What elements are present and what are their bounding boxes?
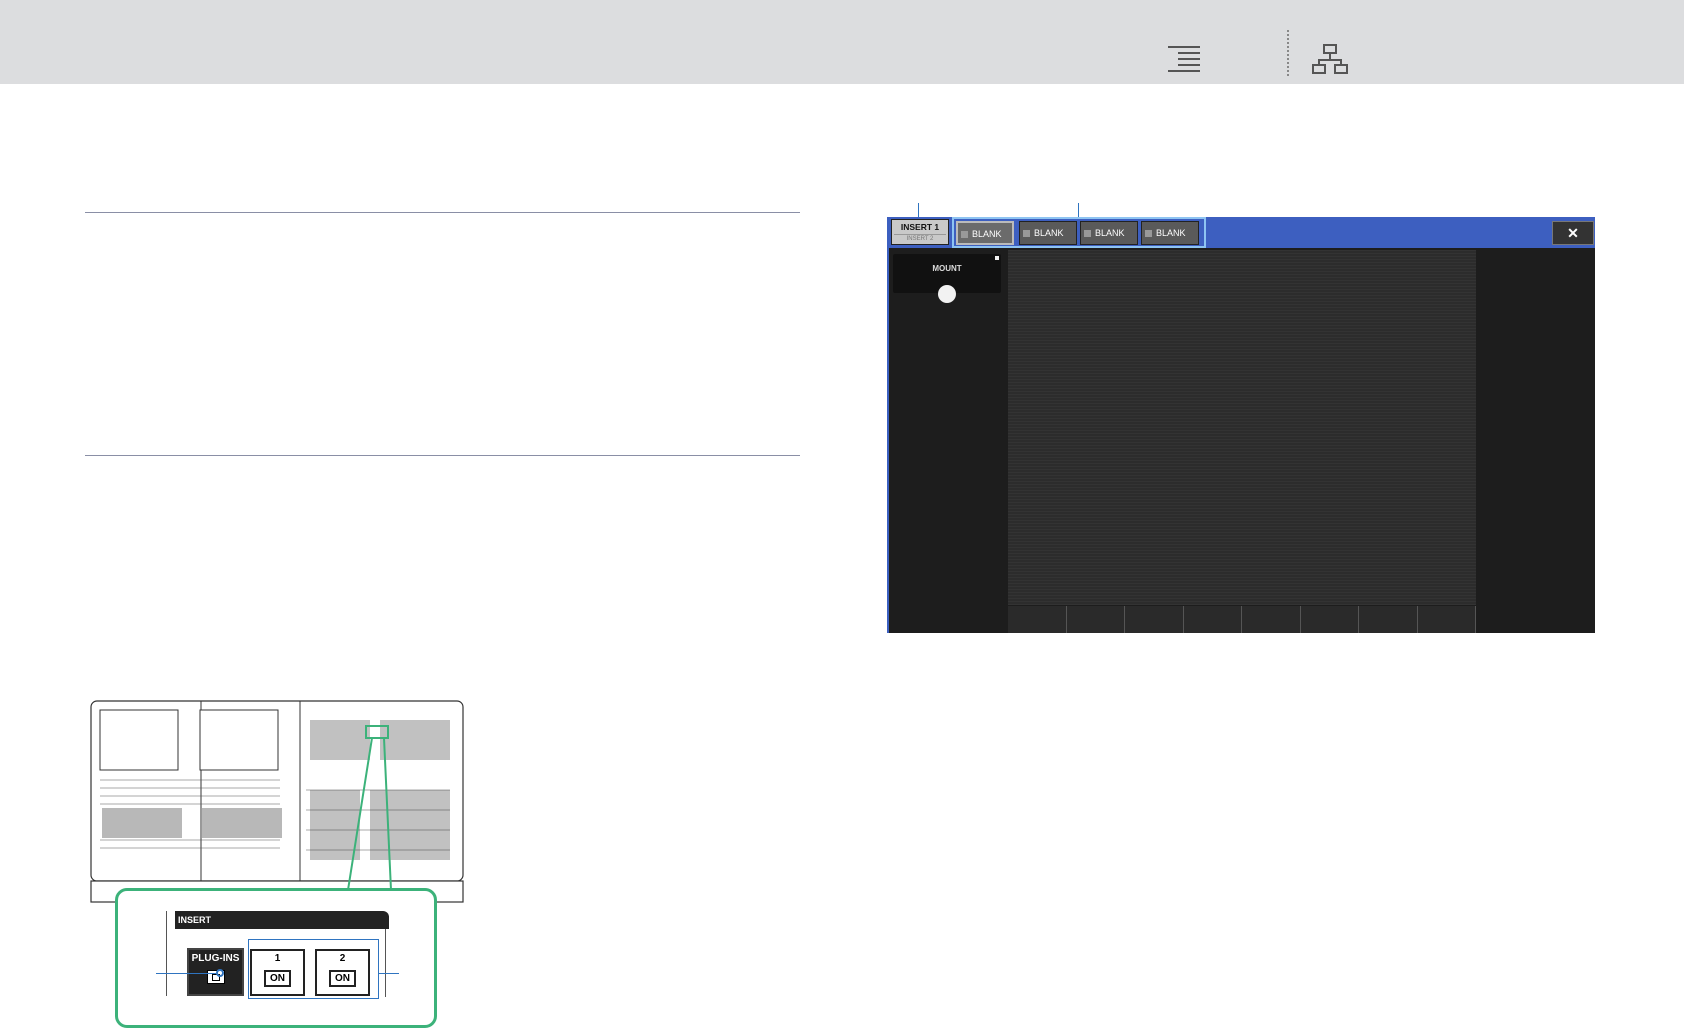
slot-button-3[interactable]: BLANK <box>1080 221 1138 245</box>
slot-3-icon <box>1084 230 1091 237</box>
soft-key[interactable] <box>1300 606 1359 633</box>
soft-key-row <box>1008 606 1476 633</box>
close-button[interactable]: ✕ <box>1552 221 1594 245</box>
soft-key[interactable] <box>1359 606 1418 633</box>
insert-section-left-border <box>166 911 167 996</box>
insert-tab-inactive: INSERT 2 <box>894 234 946 243</box>
on-buttons-leader-line <box>379 973 399 974</box>
plug-ins-label: PLUG-INS <box>191 953 240 964</box>
on-buttons-highlight <box>248 939 379 999</box>
soft-key[interactable] <box>1008 606 1067 633</box>
section-rule-middle <box>85 455 800 456</box>
slot-3-label: BLANK <box>1095 228 1125 238</box>
soft-key[interactable] <box>1183 606 1242 633</box>
soft-key[interactable] <box>1242 606 1301 633</box>
slot-leader <box>1078 203 1079 217</box>
mount-corner-indicator <box>995 256 999 260</box>
plugin-window-titlebar: INSERT 1 INSERT 2 BLANK BLANK BLANK BLAN… <box>889 217 1595 248</box>
slot-button-2[interactable]: BLANK <box>1019 221 1077 245</box>
table-of-contents-icon[interactable] <box>1168 46 1200 72</box>
plug-ins-leader-dot <box>216 969 224 977</box>
plugin-content-area <box>1008 250 1476 605</box>
slot-1-icon <box>961 231 968 238</box>
slot-4-icon <box>1145 230 1152 237</box>
insert-tab-active: INSERT 1 <box>900 222 940 232</box>
plugin-window: INSERT 1 INSERT 2 BLANK BLANK BLANK BLAN… <box>887 217 1595 633</box>
right-panel <box>1477 250 1595 633</box>
slot-2-icon <box>1023 230 1030 237</box>
mount-circle-icon <box>938 285 956 303</box>
soft-key[interactable] <box>1417 606 1476 633</box>
mount-label: MOUNT <box>932 264 962 273</box>
console-illustration <box>90 700 464 903</box>
slot-4-label: BLANK <box>1156 228 1186 238</box>
slot-button-4[interactable]: BLANK <box>1141 221 1199 245</box>
sitemap-icon[interactable] <box>1312 44 1348 74</box>
section-rule-top <box>85 212 800 213</box>
plug-ins-leader-line <box>156 973 216 974</box>
slot-button-1[interactable]: BLANK <box>956 221 1014 245</box>
slot-1-label: BLANK <box>972 229 1002 239</box>
slot-2-label: BLANK <box>1034 228 1064 238</box>
mount-panel[interactable]: MOUNT <box>893 254 1001 303</box>
insert-section-right-border <box>385 929 386 997</box>
header-divider <box>1287 30 1289 76</box>
insert-tab[interactable]: INSERT 1 INSERT 2 <box>891 219 949 245</box>
soft-key[interactable] <box>1066 606 1125 633</box>
header-bar <box>0 0 1684 84</box>
insert-section-label: INSERT <box>175 911 389 929</box>
soft-key[interactable] <box>1125 606 1184 633</box>
